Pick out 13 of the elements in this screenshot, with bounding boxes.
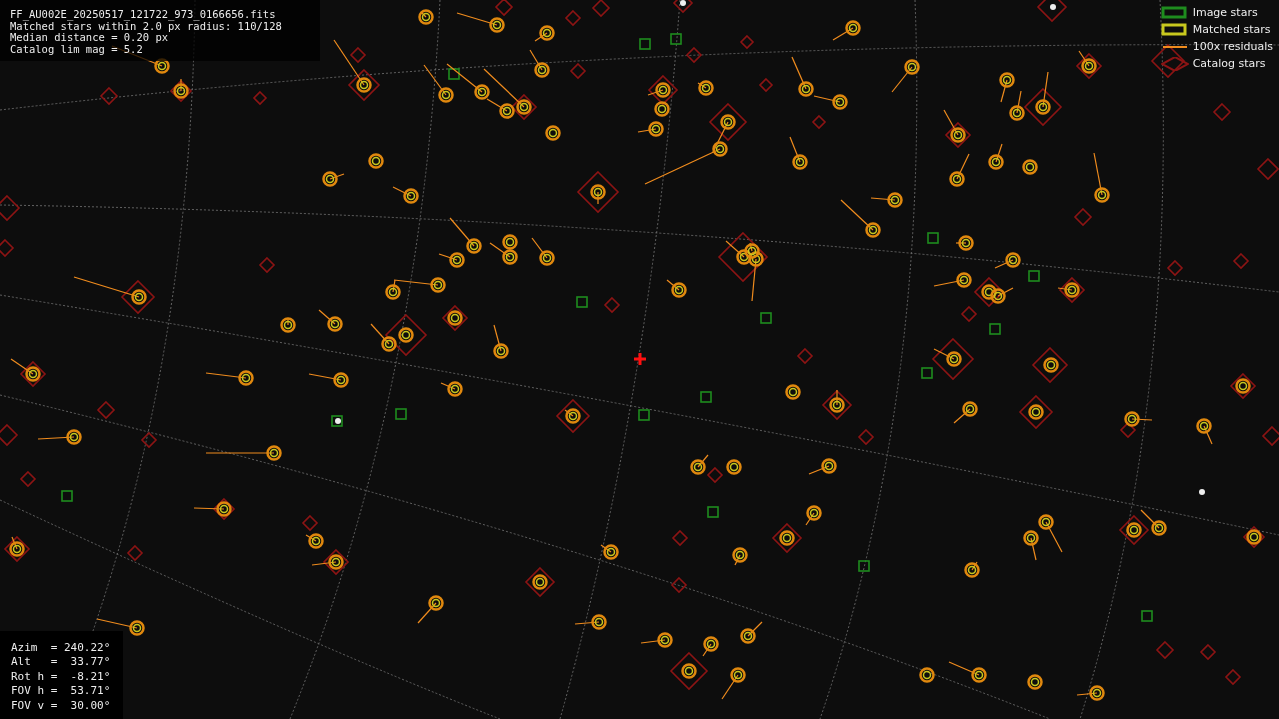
info-text: Matched stars within 2.0 px radius: 110/128 [10,20,283,32]
info-text: FF_AU002E_20250517_121722_973_0166656.fits [10,9,277,21]
info-text: Catalog lim mag = 5.2 [10,43,144,55]
pointing-text: Alt = 33.77° [11,655,112,670]
legend-label: Image stars [1192,6,1258,19]
pointing-text: FOV v = 30.00° [11,698,112,713]
info-text: Median distance = 0.20 px [10,32,169,44]
pointing-text: Rot h = -8.21° [11,669,112,684]
legend-label: Catalog stars [1192,57,1266,70]
pointing-text: Azim = 240.22° [11,640,112,655]
legend-label: Matched stars [1192,23,1271,36]
legend-label: 100x residuals [1192,40,1273,53]
pointing-text: FOV h = 53.71° [11,684,112,699]
